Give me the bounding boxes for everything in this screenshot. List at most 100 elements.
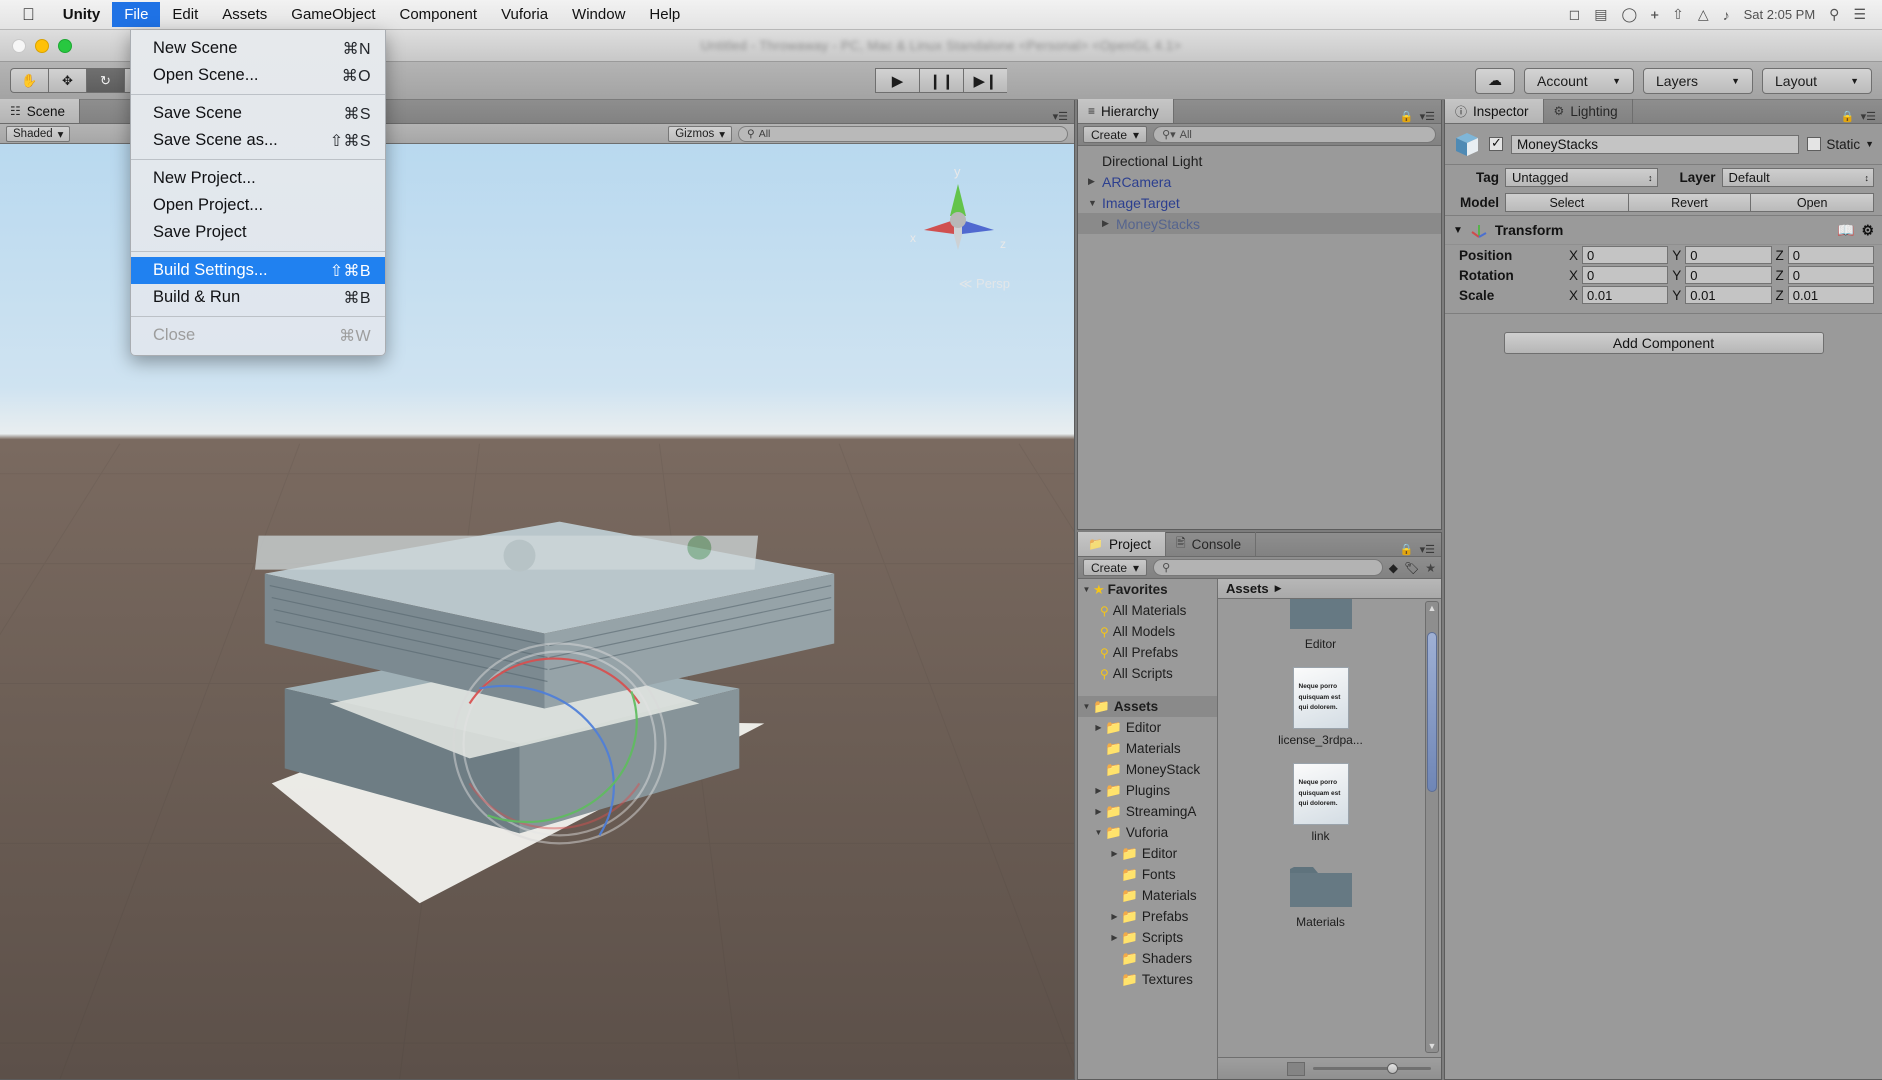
- zoom-slider-knob[interactable]: [1387, 1063, 1398, 1074]
- model-select-button[interactable]: Select: [1505, 193, 1629, 212]
- scroll-down-arrow-icon[interactable]: ▼: [1427, 1041, 1437, 1051]
- position-x-input[interactable]: 0: [1582, 246, 1668, 264]
- hierarchy-item-directional-light[interactable]: Directional Light: [1078, 150, 1441, 171]
- airplay-icon[interactable]: ◻: [1569, 6, 1581, 23]
- filter-favorites-icon[interactable]: ★: [1425, 561, 1436, 575]
- project-folder-vuforia-materials[interactable]: 📁 Materials: [1078, 885, 1217, 906]
- menu-item-build-and-run[interactable]: Build & Run ⌘B: [131, 284, 385, 311]
- menu-item-open-scene[interactable]: Open Scene... ⌘O: [131, 62, 385, 89]
- siri-icon[interactable]: ◯: [1622, 6, 1638, 23]
- add-component-button[interactable]: Add Component: [1504, 332, 1824, 354]
- menu-edit[interactable]: Edit: [160, 2, 210, 27]
- input-source-icon[interactable]: ⇧: [1672, 6, 1684, 23]
- project-folder-streamingassets[interactable]: ▶ 📁 StreamingA: [1078, 801, 1217, 822]
- tag-dropdown[interactable]: Untagged ↕: [1505, 168, 1658, 187]
- hierarchy-item-moneystacks[interactable]: ▶ MoneyStacks: [1078, 213, 1441, 234]
- project-folder-vuforia-editor[interactable]: ▶ 📁 Editor: [1078, 843, 1217, 864]
- menu-item-open-project[interactable]: Open Project...: [131, 192, 385, 219]
- minimize-window-button[interactable]: [35, 39, 49, 53]
- scrollbar-thumb[interactable]: [1427, 632, 1437, 792]
- wifi-icon[interactable]: △: [1698, 6, 1709, 23]
- scale-x-input[interactable]: 0.01: [1582, 286, 1668, 304]
- account-button[interactable]: Account ▼: [1524, 68, 1634, 94]
- menu-vuforia[interactable]: Vuforia: [489, 2, 560, 27]
- project-folder-materials[interactable]: 📁 Materials: [1078, 738, 1217, 759]
- menu-component[interactable]: Component: [388, 2, 490, 27]
- gear-icon[interactable]: ⚙: [1861, 222, 1874, 239]
- scroll-up-arrow-icon[interactable]: ▲: [1427, 603, 1437, 613]
- menu-file[interactable]: File: [112, 2, 160, 27]
- asset-item-license[interactable]: Neque porro quisquam est qui dolorem. li…: [1218, 667, 1423, 747]
- control-center-icon[interactable]: ☰: [1853, 6, 1866, 23]
- play-button[interactable]: ▶: [875, 68, 919, 93]
- file-menu-dropdown[interactable]: New Scene ⌘N Open Scene... ⌘O Save Scene…: [130, 30, 386, 356]
- hierarchy-item-imagetarget[interactable]: ▼ ImageTarget: [1078, 192, 1441, 213]
- project-folder-vuforia-prefabs[interactable]: ▶ 📁 Prefabs: [1078, 906, 1217, 927]
- asset-item-editor[interactable]: Editor: [1218, 599, 1423, 651]
- bluetooth-icon[interactable]: ᚐ: [1651, 6, 1658, 23]
- apple-logo-icon[interactable]: : [0, 6, 51, 23]
- window-controls[interactable]: [0, 39, 72, 53]
- menu-assets[interactable]: Assets: [210, 2, 279, 27]
- layers-button[interactable]: Layers ▼: [1643, 68, 1753, 94]
- chevron-down-icon[interactable]: ▼: [1088, 198, 1102, 208]
- static-checkbox[interactable]: [1807, 137, 1821, 151]
- filter-by-type-icon[interactable]: ◆: [1389, 561, 1398, 575]
- chevron-down-icon[interactable]: ▼: [1092, 828, 1105, 837]
- hierarchy-search-input[interactable]: ⚲▾ All: [1153, 126, 1436, 143]
- zoom-slider[interactable]: [1313, 1067, 1431, 1070]
- project-folder-vuforia-textures[interactable]: 📁 Textures: [1078, 969, 1217, 990]
- rotate-tool-icon[interactable]: ↻: [86, 68, 124, 93]
- panel-menu-icon[interactable]: ▾☰: [1053, 110, 1068, 123]
- layer-dropdown[interactable]: Default ↕: [1722, 168, 1875, 187]
- menu-item-save-scene[interactable]: Save Scene ⌘S: [131, 100, 385, 127]
- filter-by-label-icon[interactable]: 🏷: [1404, 561, 1419, 575]
- rotation-z-input[interactable]: 0: [1788, 266, 1874, 284]
- static-toggle-group[interactable]: Static ▼: [1807, 137, 1874, 152]
- asset-grid-scrollbar[interactable]: ▲ ▼: [1425, 601, 1439, 1053]
- rotation-y-input[interactable]: 0: [1685, 266, 1771, 284]
- playback-controls[interactable]: ▶ ❙❙ ▶❙: [875, 68, 1007, 93]
- chevron-down-icon[interactable]: ▼: [1080, 702, 1093, 711]
- cloud-icon[interactable]: ☁: [1475, 68, 1515, 94]
- step-button[interactable]: ▶❙: [963, 68, 1007, 93]
- object-name-field[interactable]: MoneyStacks: [1511, 135, 1799, 154]
- project-folder-moneystack[interactable]: 📁 MoneyStack: [1078, 759, 1217, 780]
- panel-menu-icon[interactable]: ▾☰: [1420, 543, 1435, 556]
- move-tool-icon[interactable]: ✥: [48, 68, 86, 93]
- menu-item-save-project[interactable]: Save Project: [131, 219, 385, 246]
- hierarchy-create-button[interactable]: Create ▾: [1083, 126, 1147, 143]
- tab-scene[interactable]: ☷ Scene: [0, 99, 80, 123]
- chevron-right-icon[interactable]: ▶: [1108, 933, 1121, 942]
- hierarchy-item-arcamera[interactable]: ▶ ARCamera: [1078, 171, 1441, 192]
- menu-window[interactable]: Window: [560, 2, 637, 27]
- volume-icon[interactable]: ♪: [1723, 7, 1730, 23]
- menu-gameobject[interactable]: GameObject: [279, 2, 387, 27]
- lock-icon[interactable]: 🔒: [1400, 543, 1414, 556]
- scene-search-input[interactable]: ⚲ All: [738, 126, 1068, 142]
- project-favorites-root[interactable]: ▼ ★ Favorites: [1078, 579, 1217, 600]
- panel-menu-icon[interactable]: ▾☰: [1420, 110, 1435, 123]
- project-folder-plugins[interactable]: ▶ 📁 Plugins: [1078, 780, 1217, 801]
- menu-item-new-project[interactable]: New Project...: [131, 165, 385, 192]
- tab-console[interactable]: 🖹 Console: [1166, 532, 1256, 556]
- project-folder-vuforia[interactable]: ▼ 📁 Vuforia: [1078, 822, 1217, 843]
- chevron-down-icon[interactable]: ▼: [1080, 585, 1093, 594]
- chevron-right-icon[interactable]: ▶: [1102, 218, 1116, 229]
- tab-hierarchy[interactable]: ≡ Hierarchy: [1078, 99, 1174, 123]
- help-book-icon[interactable]: 📖: [1837, 222, 1854, 239]
- shading-mode-dropdown[interactable]: Shaded ▾: [6, 126, 70, 142]
- gizmos-dropdown[interactable]: Gizmos ▾: [668, 126, 732, 142]
- battery-icon[interactable]: ▤: [1594, 6, 1607, 23]
- rotation-x-input[interactable]: 0: [1582, 266, 1668, 284]
- pause-button[interactable]: ❙❙: [919, 68, 963, 93]
- perspective-label[interactable]: ≪ Persp: [959, 276, 1010, 292]
- object-enabled-checkbox[interactable]: [1489, 137, 1503, 151]
- transform-component-header[interactable]: ▼ Transform 📖 ⚙: [1445, 215, 1882, 245]
- model-revert-button[interactable]: Revert: [1629, 193, 1752, 212]
- project-create-button[interactable]: Create ▾: [1083, 559, 1147, 576]
- project-folder-assets[interactable]: ▼ 📁 Assets: [1078, 696, 1217, 717]
- project-folder-vuforia-shaders[interactable]: 📁 Shaders: [1078, 948, 1217, 969]
- menu-item-build-settings[interactable]: Build Settings... ⇧⌘B: [131, 257, 385, 284]
- scale-z-input[interactable]: 0.01: [1788, 286, 1874, 304]
